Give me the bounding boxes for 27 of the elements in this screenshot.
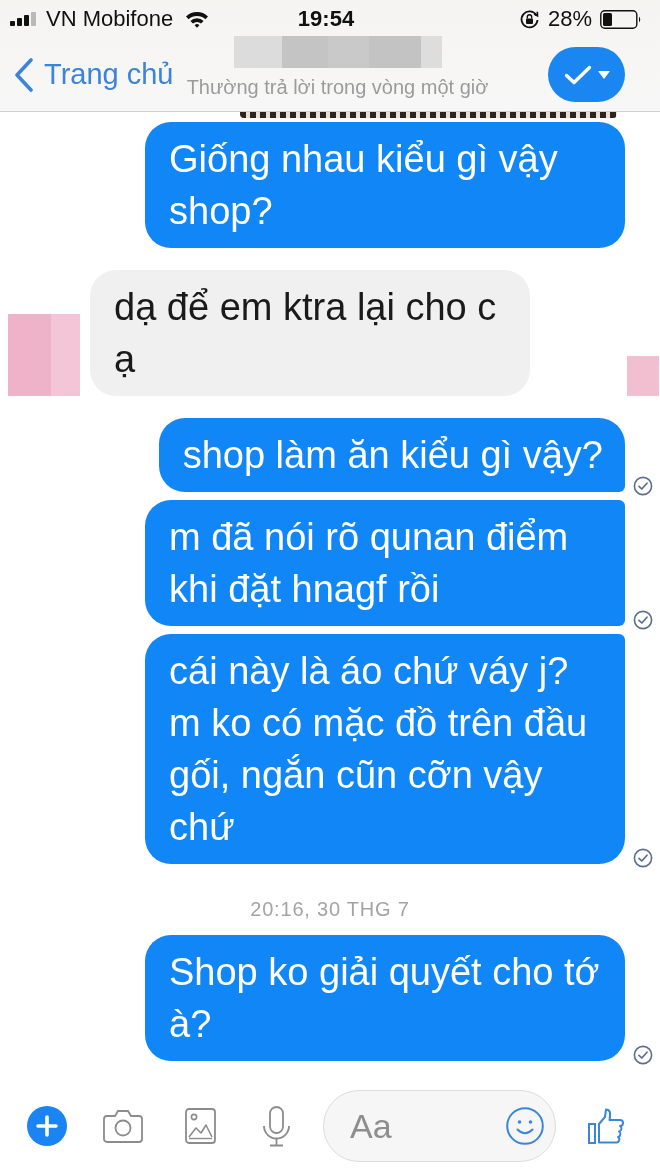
wifi-icon xyxy=(185,10,210,28)
check-menu-button[interactable] xyxy=(548,47,625,102)
thumbs-up-icon[interactable] xyxy=(588,1108,624,1144)
sent-message: shop làm ăn kiểu gì vậy? xyxy=(158,418,625,492)
battery-icon xyxy=(600,9,642,29)
sent-message: cái này là áo chứ váy j? m ko có mặc đồ trên đầu gối, ngắn cũn cỡn vậy chứ xyxy=(145,634,625,864)
message-timestamp: 20:16, 30 THG 7 xyxy=(250,898,410,921)
sent-message: Shop ko giải quyết cho tớ à? xyxy=(145,935,625,1061)
caret-icon xyxy=(597,70,610,79)
rotation-lock-icon xyxy=(518,8,540,30)
emoji-icon[interactable] xyxy=(506,1107,544,1145)
sent-message: m đã nói rõ qunan điểm khi đặt hnagf rồi xyxy=(145,500,625,626)
carrier-name: VN Mobifone xyxy=(46,6,174,32)
back-button[interactable]: Trang chủ xyxy=(14,57,174,92)
status-time: 19:54 xyxy=(297,6,355,32)
back-chevron-icon xyxy=(14,57,34,92)
check-icon xyxy=(563,64,592,85)
response-time-subtitle: Thường trả lời trong vòng một giờ xyxy=(186,76,489,99)
signal-icon xyxy=(10,12,38,26)
received-message: dạ để em ktra lại cho c ạ xyxy=(90,270,530,396)
plus-icon[interactable] xyxy=(27,1106,67,1146)
battery-percent: 28% xyxy=(547,6,592,32)
camera-icon[interactable] xyxy=(103,1109,143,1143)
sent-message: Giống nhau kiểu gì vậy shop? xyxy=(145,122,625,248)
microphone-icon[interactable] xyxy=(262,1105,291,1147)
message-input-field[interactable]: Aa xyxy=(323,1090,556,1162)
image-icon[interactable] xyxy=(185,1108,216,1144)
